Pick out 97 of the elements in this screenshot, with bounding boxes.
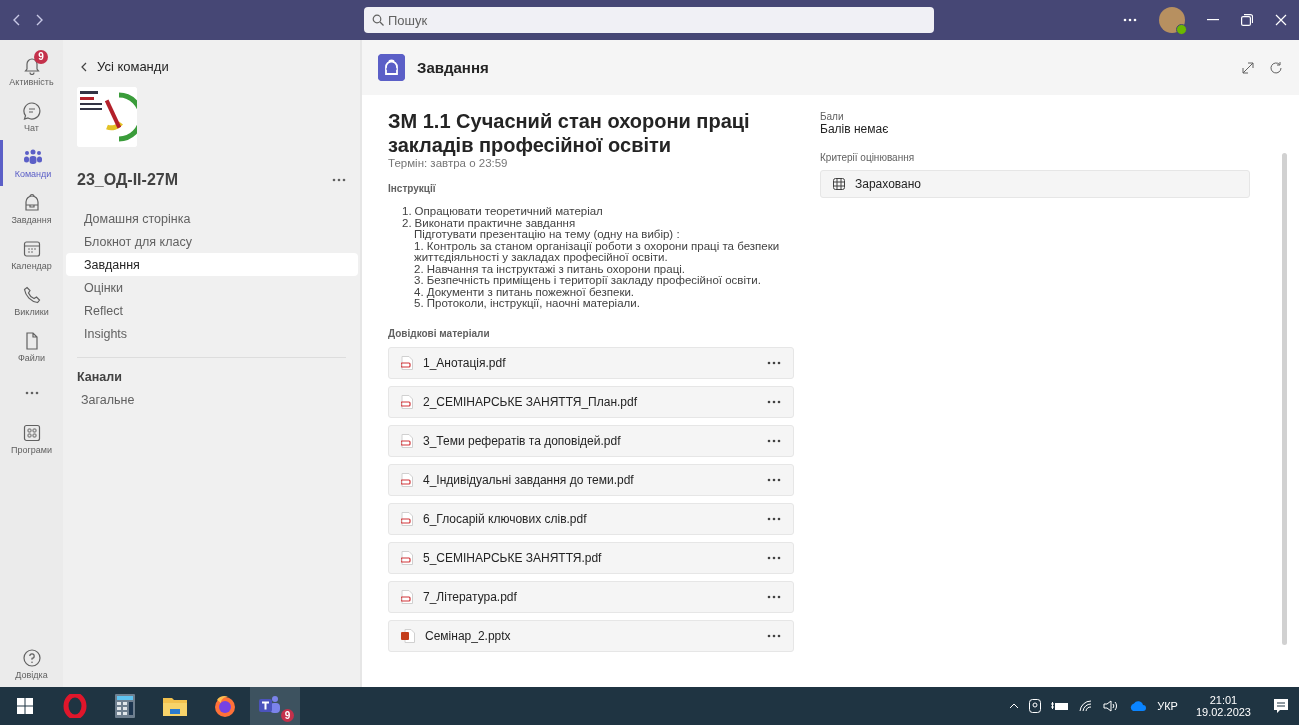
attachment-item[interactable]: 6_Глосарій ключових слів.pdf	[388, 502, 794, 535]
rubric-item[interactable]: Зараховано	[820, 170, 1250, 198]
windows-start-icon[interactable]	[17, 698, 33, 714]
rail-item[interactable]: Виклики	[0, 278, 63, 324]
list-number: 2.	[402, 217, 412, 229]
notification-badge: 9	[34, 50, 48, 64]
channel-item[interactable]: Загальне	[63, 392, 141, 408]
team-nav-item[interactable]: Домашня сторінка	[66, 207, 358, 230]
pdf-file-icon	[401, 511, 413, 526]
rail-item[interactable]: Файли	[0, 324, 63, 370]
language-indicator[interactable]: УКР	[1157, 700, 1178, 712]
refresh-icon[interactable]	[1269, 60, 1283, 75]
instruction-text: Виконати практичне завдання	[414, 217, 576, 229]
help-icon	[21, 648, 42, 668]
attachment-item[interactable]: 1_Анотація.pdf	[388, 346, 794, 379]
attachment-item[interactable]: 5_СЕМІНАРСЬКЕ ЗАНЯТТЯ.pdf	[388, 541, 794, 574]
instruction-text: 2. Навчання та інструктажі з питань охорони праці.	[413, 263, 685, 275]
list-number: 1.	[402, 206, 412, 218]
pdf-file-icon	[401, 550, 413, 565]
grid-icon	[833, 178, 845, 190]
team-nav-item[interactable]: Блокнот для класу	[66, 230, 358, 253]
close-icon[interactable]	[1275, 14, 1287, 26]
pdf-file-icon	[401, 472, 413, 487]
rail-item[interactable]: Чат	[0, 94, 63, 140]
minimize-icon[interactable]	[1207, 19, 1219, 21]
more-options-icon[interactable]	[767, 594, 781, 599]
rail-item[interactable]: Календар	[0, 232, 63, 278]
section-heading: Довідкові матеріали	[388, 327, 491, 339]
rail-item[interactable]: Активність 9	[0, 48, 63, 94]
pptx-file-icon	[401, 628, 415, 643]
cloud-icon[interactable]	[1129, 701, 1148, 711]
section-heading: Інструкції	[388, 183, 437, 194]
instruction-text: Опрацювати теоретичний матеріал	[414, 206, 603, 218]
clock[interactable]: 21:01 19.02.2023	[1195, 694, 1251, 718]
more-options-icon[interactable]	[767, 360, 781, 365]
camera-icon[interactable]	[1029, 699, 1042, 713]
more-options-icon[interactable]	[767, 555, 781, 560]
pdf-file-icon	[401, 433, 413, 448]
phone-icon	[21, 285, 42, 305]
attachment-item[interactable]: 3_Теми рефератів та доповідей.pdf	[388, 424, 794, 457]
more-icon[interactable]	[24, 391, 39, 395]
points-value: Балів немає	[820, 122, 890, 136]
notification-badge: 9	[281, 709, 294, 722]
attachment-item[interactable]: 2_СЕМІНАРСЬКЕ ЗАНЯТТЯ_План.pdf	[388, 385, 794, 418]
instruction-text: Підготувати презентацію на тему (одну на вибір) :	[413, 229, 681, 241]
people-icon	[23, 147, 43, 167]
rubric-label: Критерії оцінювання	[820, 152, 916, 163]
chevron-left-icon	[81, 61, 87, 72]
browser-o-icon[interactable]	[63, 694, 87, 718]
attachment-item[interactable]: Семінар_2.pptx	[388, 619, 794, 652]
instruction-text: 1. Контроль за станом організації роботи з охорони праці та безпеки життєдіяльності у закладах професійної освіти.	[413, 240, 781, 264]
wifi-icon[interactable]	[1079, 700, 1094, 712]
instruction-text: 5. Протоколи, інструкції, наочні матеріали.	[413, 298, 641, 310]
pdf-file-icon	[401, 355, 413, 370]
more-options-icon[interactable]	[767, 516, 781, 521]
chevron-up-icon[interactable]	[1009, 703, 1020, 709]
backpack-app-icon	[378, 54, 405, 81]
apps-icon	[21, 423, 42, 443]
search-field[interactable]: Пошук	[364, 7, 934, 33]
instruction-text: 3. Безпечність приміщень і території закладу професійної освіти.	[413, 275, 762, 287]
help-item[interactable]: Довідка	[0, 641, 63, 687]
app-title: Завдання	[417, 59, 489, 76]
fox-globe-icon[interactable]	[213, 694, 237, 718]
team-nav-item[interactable]: Reflect	[66, 299, 358, 322]
pdf-file-icon	[401, 589, 413, 604]
channels-heading: Канали	[76, 370, 123, 384]
more-icon[interactable]	[1123, 18, 1137, 22]
restore-icon[interactable]	[1241, 14, 1253, 26]
more-options-icon[interactable]	[767, 633, 781, 638]
team-name: 23_ОД-ІІ-27М	[77, 171, 178, 189]
search-icon	[372, 14, 384, 26]
battery-icon[interactable]	[1051, 701, 1070, 711]
pdf-file-icon	[401, 394, 413, 409]
more-options-icon[interactable]	[767, 477, 781, 482]
team-nav-item[interactable]: Завдання	[66, 253, 358, 276]
attachment-item[interactable]: 7_Література.pdf	[388, 580, 794, 613]
expand-icon[interactable]	[1241, 60, 1255, 75]
folder-icon[interactable]	[163, 696, 187, 716]
calendar-icon	[21, 239, 42, 259]
notifications-icon[interactable]	[1273, 698, 1289, 714]
calculator-icon[interactable]	[115, 694, 135, 718]
speaker-icon[interactable]	[1103, 700, 1120, 712]
more-options-icon[interactable]	[767, 399, 781, 404]
rail-item[interactable]: Завдання	[0, 186, 63, 232]
more-options-icon[interactable]	[332, 178, 346, 182]
due-date: Термін: завтра о 23:59	[388, 157, 509, 169]
avatar[interactable]	[1159, 7, 1185, 33]
assignment-title: ЗМ 1.1 Сучасний стан охорони праці закладів професійної освіти	[388, 109, 751, 157]
attachment-item[interactable]: 4_Індивідуальні завдання до теми.pdf	[388, 463, 794, 496]
rail-item[interactable]: Програми	[0, 416, 63, 462]
instruction-text: 4. Документи з питань пожежної безпеки.	[413, 286, 635, 298]
more-options-icon[interactable]	[767, 438, 781, 443]
chat-icon	[21, 101, 42, 121]
team-nav-item[interactable]: Insights	[66, 322, 358, 345]
all-teams-link[interactable]: Усі команди	[63, 58, 175, 75]
points-label: Бали	[820, 111, 845, 122]
team-nav-item[interactable]: Оцінки	[66, 276, 358, 299]
